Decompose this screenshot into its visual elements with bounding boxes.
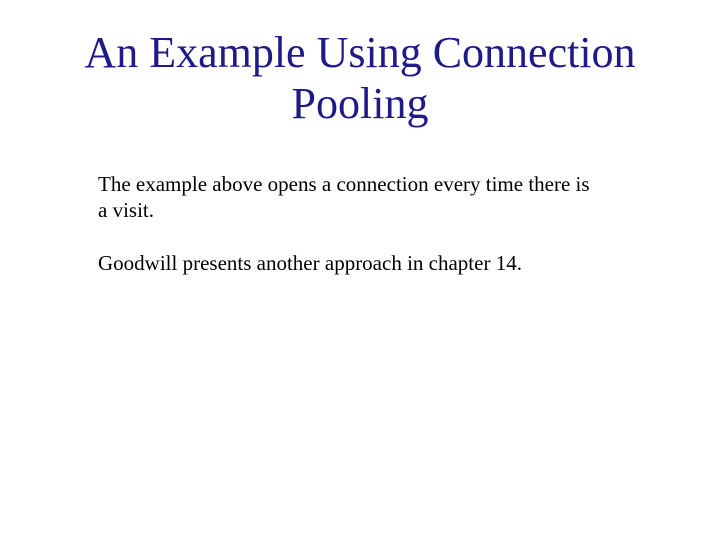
paragraph-2: Goodwill presents another approach in ch… (98, 250, 600, 276)
paragraph-1: The example above opens a connection eve… (98, 171, 600, 224)
slide-body: The example above opens a connection eve… (60, 171, 660, 276)
slide-title: An Example Using Connection Pooling (60, 28, 660, 129)
slide-container: An Example Using Connection Pooling The … (0, 0, 720, 540)
